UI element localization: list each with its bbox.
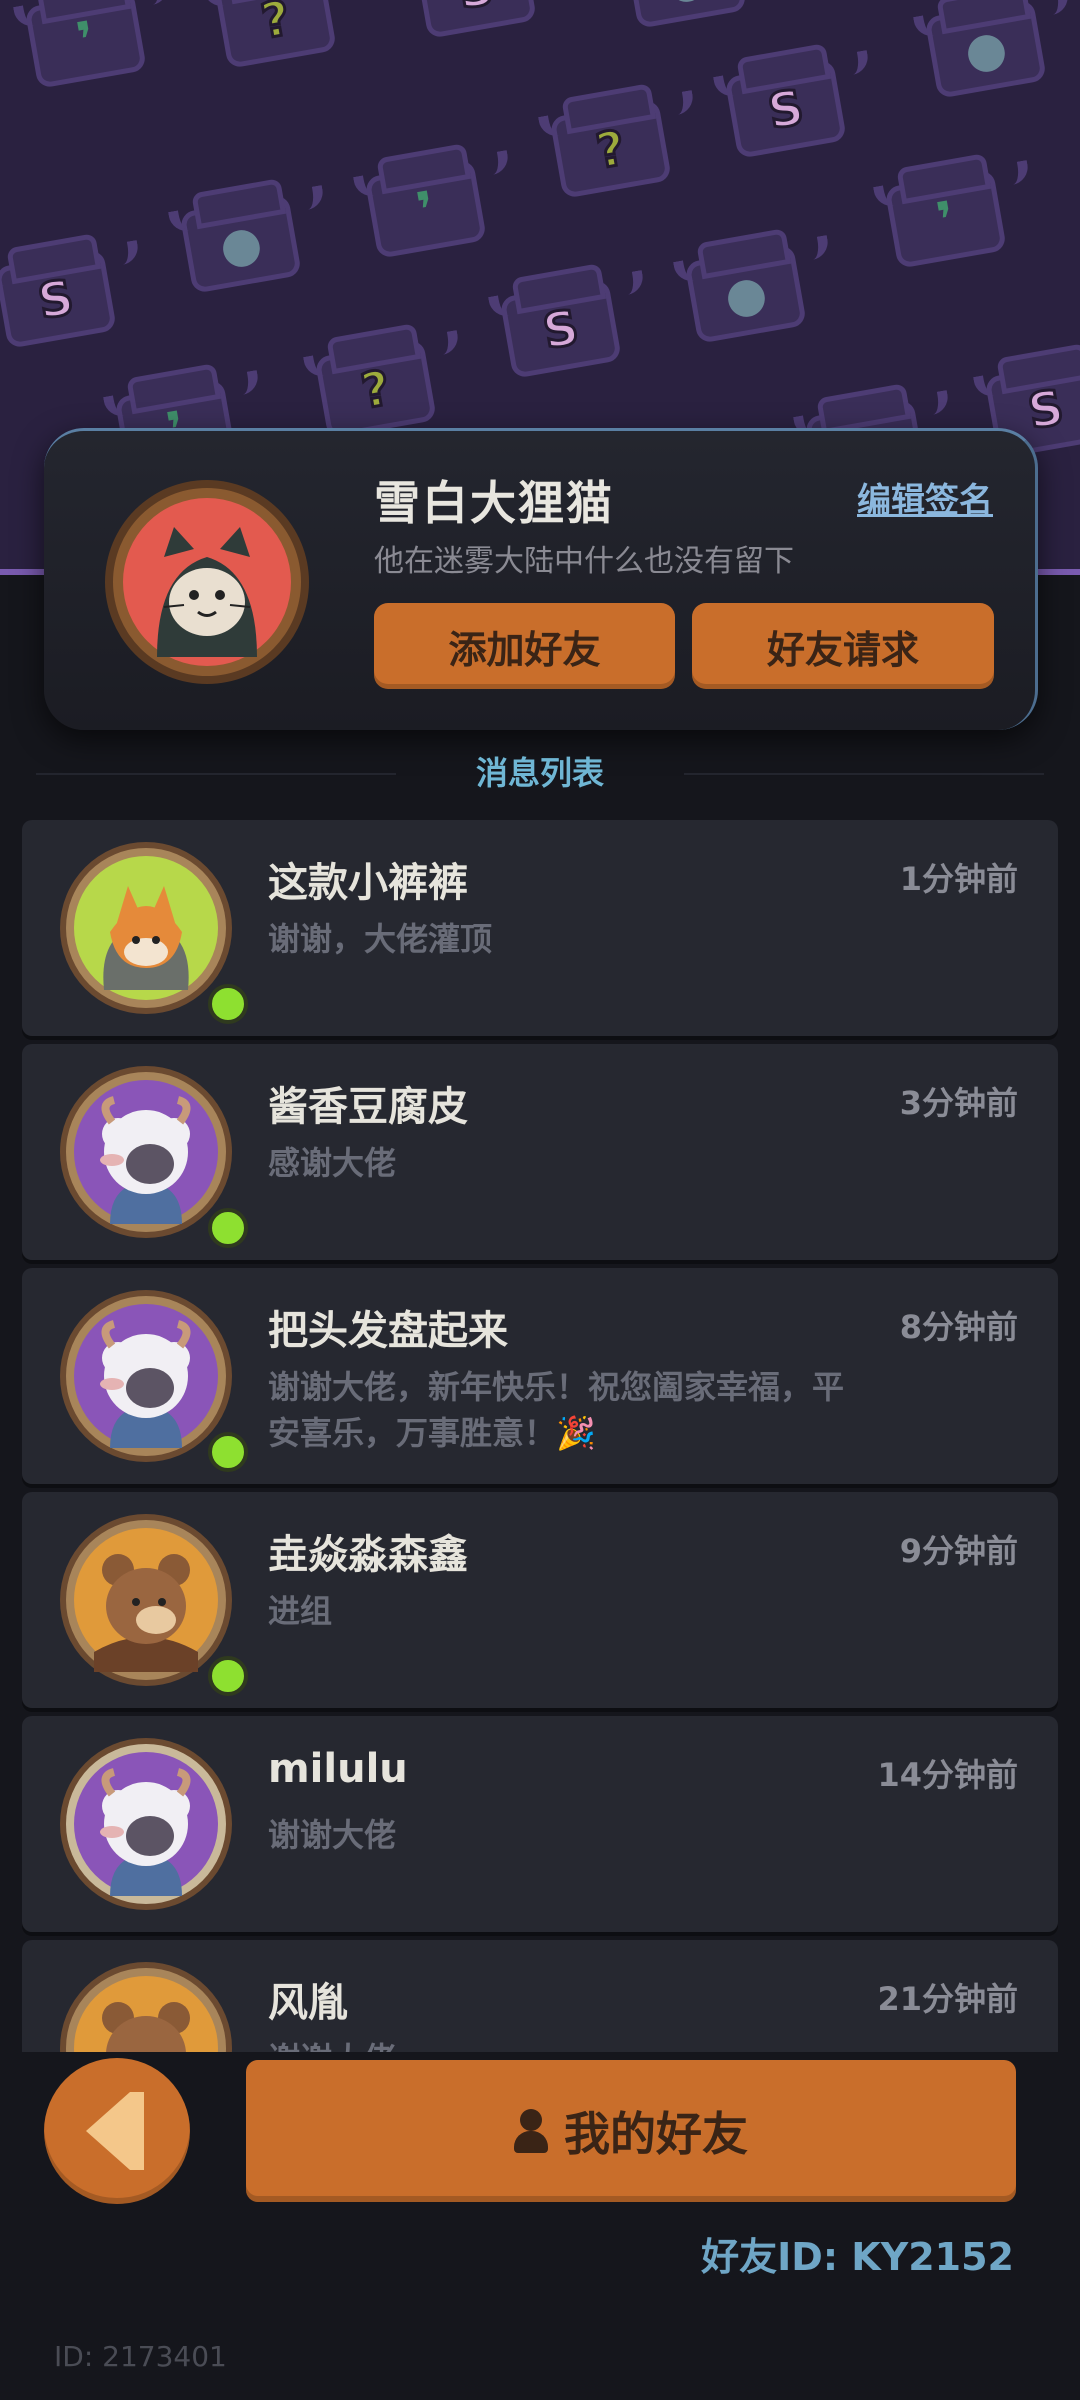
message-time: 8分钟前 (899, 1308, 1018, 1346)
online-status-dot (208, 984, 248, 1024)
avatar (58, 1960, 234, 2052)
back-button[interactable] (44, 2058, 190, 2204)
message-preview: 谢谢大佬，新年快乐！祝您阖家幸福，平安喜乐，万事胜意！🎉 (268, 1368, 845, 1452)
banner-chest-icon: ● (671, 225, 818, 356)
banner-chest-icon: S (401, 0, 548, 50)
banner-chest-icon: S (486, 260, 633, 391)
my-friends-label: 我的好友 (564, 2107, 748, 2161)
message-time: 9分钟前 (899, 1532, 1018, 1570)
user-id: ID: 2173401 (54, 2340, 227, 2373)
online-status-dot (208, 1432, 248, 1472)
message-item[interactable]: 这款小裤裤 1分钟前 谢谢，大佬灌顶 (22, 820, 1058, 1036)
bear-avatar-icon (60, 1962, 232, 2052)
message-item[interactable]: 把头发盘起来 8分钟前 谢谢大佬，新年快乐！祝您阖家幸福，平安喜乐，万事胜意！🎉 (22, 1268, 1058, 1484)
sheep-avatar-icon (60, 1290, 232, 1462)
banner-chest-icon: ❜ (11, 0, 158, 100)
message-list[interactable]: 这款小裤裤 1分钟前 谢谢，大佬灌顶 酱香豆腐皮 3分钟前 感谢大佬 把头发盘起… (22, 820, 1058, 2052)
banner-chest-icon: ● (611, 0, 758, 40)
profile-signature: 他在迷雾大陆中什么也没有留下 (374, 544, 794, 579)
message-sender: 风胤 (268, 1980, 348, 2026)
message-sender: 垚焱淼森鑫 (268, 1532, 468, 1578)
profile-name: 雪白大狸猫 (374, 476, 614, 530)
message-time: 3分钟前 (899, 1084, 1018, 1122)
message-preview: 谢谢大佬 (268, 2036, 848, 2052)
banner-chest-icon: ● (166, 175, 313, 306)
banner-chest-icon: ● (911, 0, 1058, 110)
banner-chest-icon: S (711, 40, 858, 171)
message-sender: 把头发盘起来 (268, 1308, 508, 1354)
sheep-avatar-icon (60, 1738, 232, 1910)
message-time: 14分钟前 (877, 1756, 1018, 1794)
message-item[interactable]: 酱香豆腐皮 3分钟前 感谢大佬 (22, 1044, 1058, 1260)
friend-request-button[interactable]: 好友请求 (692, 603, 994, 689)
friend-id: 好友ID: KY2152 (701, 2235, 1014, 2279)
message-item[interactable]: milulu 14分钟前 谢谢大佬 (22, 1716, 1058, 1932)
message-sender: 酱香豆腐皮 (268, 1084, 468, 1130)
avatar (58, 1288, 248, 1472)
message-item[interactable]: 垚焱淼森鑫 9分钟前 进组 (22, 1492, 1058, 1708)
online-status-dot (208, 1656, 248, 1696)
banner-chest-icon: ❜ (351, 140, 498, 271)
message-sender: milulu (268, 1746, 408, 1792)
message-sender: 这款小裤裤 (268, 860, 468, 906)
message-list-title: 消息列表 (475, 754, 604, 792)
message-preview: 谢谢，大佬灌顶 (268, 920, 493, 958)
avatar (58, 840, 248, 1024)
person-icon (514, 2109, 548, 2153)
sheep-avatar-icon (60, 1066, 232, 1238)
message-time: 1分钟前 (899, 860, 1018, 898)
fox-avatar-icon (60, 842, 232, 1014)
online-status-dot (208, 1208, 248, 1248)
message-preview: 谢谢大佬 (268, 1816, 397, 1854)
avatar (58, 1064, 248, 1248)
my-friends-button[interactable]: 我的好友 (246, 2060, 1016, 2202)
message-item[interactable]: 风胤 21分钟前 谢谢大佬 (22, 1940, 1058, 2052)
edit-signature-link[interactable]: 编辑签名 (857, 473, 993, 522)
profile-card: 雪白大狸猫 编辑签名 他在迷雾大陆中什么也没有留下 添加好友 好友请求 (44, 428, 1038, 730)
avatar (58, 1512, 248, 1696)
message-preview: 进组 (268, 1592, 333, 1630)
bear-avatar-icon (60, 1514, 232, 1686)
cat-avatar-icon (105, 480, 309, 684)
banner-chest-icon: ? (201, 0, 348, 80)
banner-chest-icon: S (0, 230, 129, 361)
avatar (58, 1736, 234, 1912)
message-time: 21分钟前 (877, 1980, 1018, 2018)
banner-chest-icon: ❜ (871, 150, 1018, 281)
add-friend-button[interactable]: 添加好友 (374, 603, 675, 689)
message-preview: 感谢大佬 (268, 1144, 397, 1182)
banner-chest-icon: ? (536, 80, 683, 211)
